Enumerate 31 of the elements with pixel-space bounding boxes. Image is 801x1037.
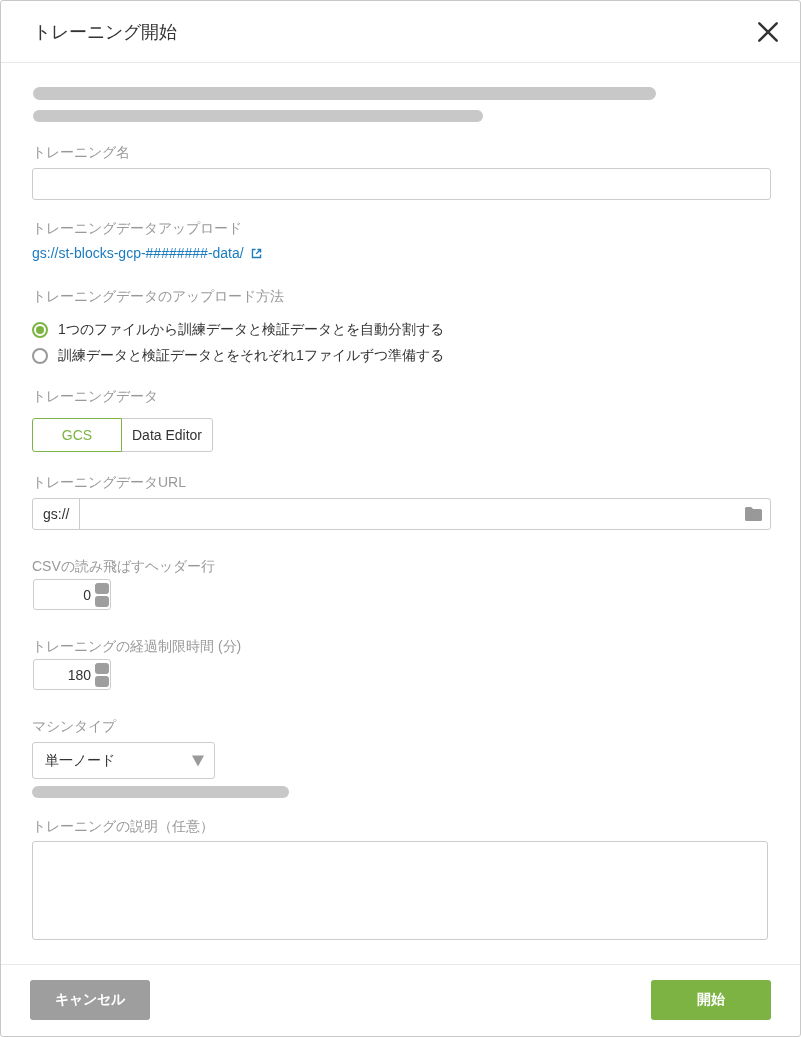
folder-icon[interactable] (745, 507, 762, 521)
increment-button[interactable] (95, 582, 109, 594)
field-label: トレーニング名 (32, 143, 130, 162)
number-input[interactable]: 0 (33, 579, 111, 610)
radio-label[interactable]: 訓練データと検証データとをそれぞれ1ファイルずつ準備する (58, 347, 444, 365)
decrement-button[interactable] (95, 675, 109, 687)
field-label: トレーニングの経過制限時間 (分) (32, 637, 242, 656)
field-label: トレーニングの説明（任意） (32, 817, 214, 836)
field-label: トレーニングデータのアップロード方法 (32, 287, 284, 306)
dialog-title: トレーニング開始 (33, 20, 177, 44)
field-label: トレーニングデータ (32, 387, 158, 406)
segment-tab[interactable]: Data Editor (121, 418, 214, 452)
caret-icon (192, 754, 204, 767)
text-input[interactable] (32, 168, 771, 200)
field-label: トレーニングデータアップロード (32, 219, 242, 238)
radio-button[interactable] (32, 322, 48, 338)
select-dropdown[interactable]: 単一ノード (32, 742, 215, 779)
field-label: マシンタイプ (32, 717, 116, 736)
close-icon[interactable] (758, 21, 778, 42)
field-label: トレーニングデータURL (32, 473, 186, 492)
field-label: CSVの読み飛ばすヘッダー行 (32, 557, 215, 576)
description-textarea[interactable] (32, 841, 768, 940)
external-link-icon (250, 247, 262, 259)
url-input[interactable]: gs:// (32, 498, 771, 530)
radio-label[interactable]: 1つのファイルから訓練データと検証データとを自動分割する (58, 321, 444, 339)
number-input[interactable]: 180 (33, 659, 111, 690)
radio-button[interactable] (32, 348, 48, 364)
url-prefix: gs:// (33, 499, 81, 529)
bucket-link[interactable]: gs://st-blocks-gcp-########-data/ (32, 243, 262, 263)
increment-button[interactable] (95, 662, 109, 674)
decrement-button[interactable] (95, 595, 109, 607)
